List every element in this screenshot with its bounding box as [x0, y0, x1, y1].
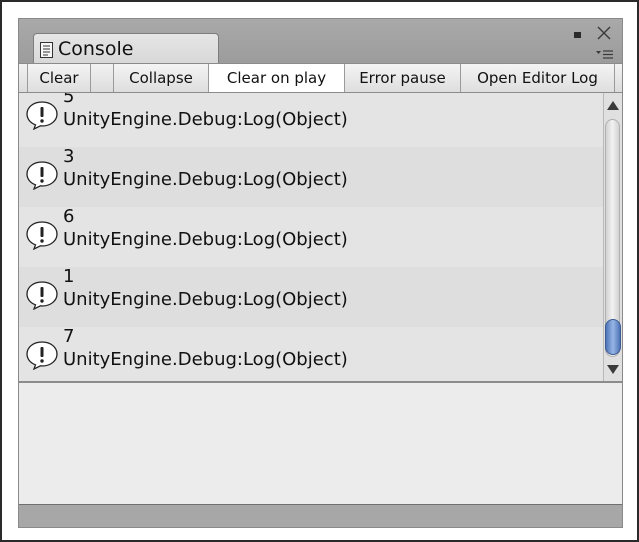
- clear-button[interactable]: Clear: [27, 64, 91, 92]
- console-window: Console Clear Collapse Clear on play Err…: [18, 18, 623, 528]
- log-scrollbar[interactable]: [603, 93, 622, 381]
- info-icon: [25, 160, 59, 191]
- scroll-thumb[interactable]: [605, 319, 621, 355]
- info-icon: [25, 100, 59, 131]
- log-entry[interactable]: 6 UnityEngine.Debug:Log(Object): [19, 207, 604, 267]
- scroll-up-arrow-icon[interactable]: [607, 101, 619, 110]
- log-entry-message: UnityEngine.Debug:Log(Object): [63, 169, 348, 190]
- tab-console[interactable]: Console: [33, 33, 219, 63]
- log-entry-count: 7: [63, 326, 75, 347]
- log-entry-message: UnityEngine.Debug:Log(Object): [63, 109, 348, 130]
- error-pause-label: Error pause: [359, 69, 446, 87]
- status-bar: [19, 505, 622, 527]
- collapse-button-label: Collapse: [129, 69, 193, 87]
- info-icon: [25, 280, 59, 311]
- scroll-down-arrow-icon[interactable]: [607, 365, 619, 374]
- open-editor-log-label: Open Editor Log: [477, 69, 598, 87]
- collapse-button[interactable]: Collapse: [113, 64, 209, 92]
- log-entry-count: 1: [63, 266, 75, 287]
- panel-menu-icon[interactable]: [596, 45, 614, 59]
- log-entry-message: UnityEngine.Debug:Log(Object): [63, 289, 348, 310]
- screenshot-frame: Console Clear Collapse Clear on play Err…: [0, 0, 639, 542]
- log-entry-message: UnityEngine.Debug:Log(Object): [63, 229, 348, 250]
- error-pause-toggle[interactable]: Error pause: [345, 64, 461, 92]
- maximize-icon[interactable]: [574, 32, 581, 38]
- open-editor-log-button[interactable]: Open Editor Log: [461, 64, 615, 92]
- log-entry-count: 6: [63, 206, 75, 227]
- log-detail-pane[interactable]: [19, 383, 622, 505]
- tab-strip: Console: [19, 19, 622, 63]
- log-entry-message: UnityEngine.Debug:Log(Object): [63, 349, 348, 370]
- log-entry[interactable]: 7 UnityEngine.Debug:Log(Object): [19, 326, 604, 381]
- clear-on-play-toggle[interactable]: Clear on play: [209, 64, 345, 92]
- window-controls: [572, 23, 616, 61]
- close-icon[interactable]: [596, 25, 612, 41]
- log-entry-count: 5: [63, 93, 75, 107]
- log-entry[interactable]: 5 UnityEngine.Debug:Log(Object): [19, 93, 604, 147]
- clear-button-label: Clear: [39, 69, 79, 87]
- log-entry[interactable]: 3 UnityEngine.Debug:Log(Object): [19, 147, 604, 207]
- info-icon: [25, 340, 59, 371]
- console-toolbar: Clear Collapse Clear on play Error pause…: [19, 63, 622, 93]
- log-entry[interactable]: 1 UnityEngine.Debug:Log(Object): [19, 267, 604, 327]
- tab-console-label: Console: [58, 37, 134, 60]
- log-list[interactable]: 5 UnityEngine.Debug:Log(Object) 3 UnityE…: [19, 93, 622, 383]
- log-entry-count: 3: [63, 146, 75, 167]
- info-icon: [25, 220, 59, 251]
- clear-on-play-label: Clear on play: [226, 69, 327, 87]
- document-icon: [40, 41, 53, 58]
